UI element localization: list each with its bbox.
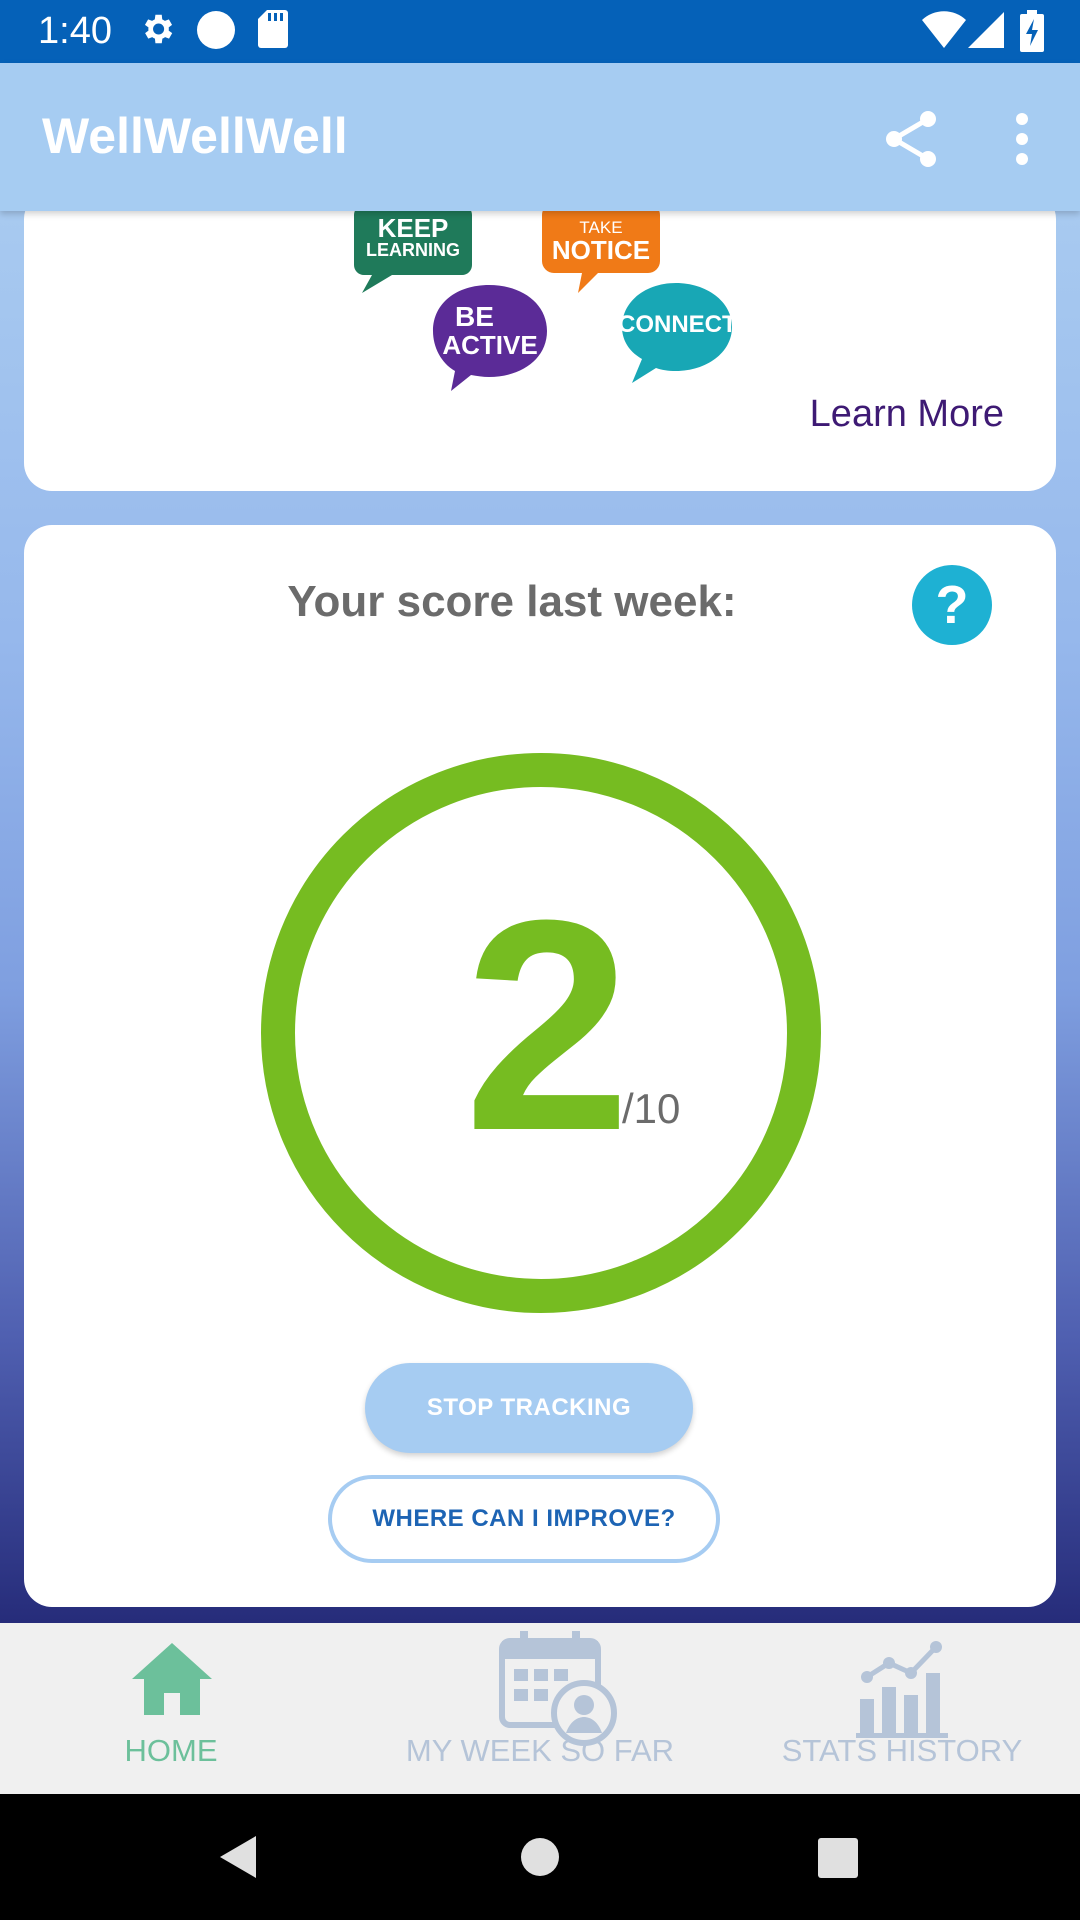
take-notice-line2: NOTICE — [551, 235, 651, 265]
battery-icon — [1020, 10, 1044, 52]
app-bar: WellWellWell — [0, 63, 1080, 211]
nav-item-my-week-so-far[interactable]: MY WEEK SO FAR — [390, 1623, 690, 1794]
system-navigation-bar — [0, 1794, 1080, 1920]
nav-item-home[interactable]: HOME — [40, 1623, 302, 1794]
score-card: Your score last week: ? 2 /10 STOP TRACK… — [24, 525, 1056, 1607]
svg-text:?: ? — [936, 575, 969, 635]
recents-icon[interactable] — [818, 1838, 858, 1878]
nav-label-stats-history: STATS HISTORY — [781, 1733, 1023, 1768]
be-active-line2: ACTIVE — [442, 330, 538, 360]
stop-tracking-button[interactable]: STOP TRACKING — [365, 1363, 693, 1453]
back-icon[interactable] — [218, 1834, 258, 1880]
home-circle-icon[interactable] — [521, 1838, 559, 1876]
nav-label-my-week-so-far: MY WEEK SO FAR — [405, 1733, 675, 1768]
score-heading: Your score last week: — [287, 577, 737, 626]
cell-signal-icon — [968, 12, 1004, 48]
five-ways-banner-card: KEEP LEARNING TAKE NOTICE BE ACTIVE CONN… — [24, 211, 1056, 491]
keep-learning-line1: KEEP — [377, 213, 449, 243]
status-bar: 1:40 — [0, 0, 1080, 63]
where-can-i-improve-button[interactable]: WHERE CAN I IMPROVE? — [328, 1475, 720, 1563]
bottom-navigation: HOME MY WEEK SO FAR STATS HISTORY — [0, 1623, 1080, 1794]
help-icon[interactable]: ? — [912, 565, 992, 645]
home-icon — [132, 1643, 212, 1715]
be-active-line1: BE — [455, 301, 494, 332]
stats-chart-icon — [856, 1641, 948, 1738]
connect-bubble: CONNECT — [618, 279, 737, 387]
status-time: 1:40 — [38, 10, 112, 52]
be-active-bubble: BE ACTIVE — [429, 281, 551, 395]
app-title: WellWellWell — [42, 108, 348, 164]
connect-line1: CONNECT — [618, 311, 737, 338]
score-out-of: /10 — [622, 1085, 681, 1132]
share-icon[interactable] — [880, 107, 944, 171]
settings-icon — [144, 14, 173, 44]
nav-item-stats-history[interactable]: STATS HISTORY — [770, 1623, 1034, 1794]
calendar-person-icon — [499, 1631, 617, 1746]
learn-more-link[interactable]: Learn More — [810, 393, 1004, 436]
more-options-icon[interactable] — [1000, 107, 1044, 171]
sd-card-icon — [258, 10, 288, 48]
content-area: KEEP LEARNING TAKE NOTICE BE ACTIVE CONN… — [0, 211, 1080, 1623]
keep-learning-line2: LEARNING — [366, 240, 460, 260]
score-value: 2 — [464, 857, 631, 1193]
circle-status-icon — [197, 11, 235, 49]
wifi-icon — [922, 11, 966, 48]
nav-label-home: HOME — [124, 1733, 218, 1768]
